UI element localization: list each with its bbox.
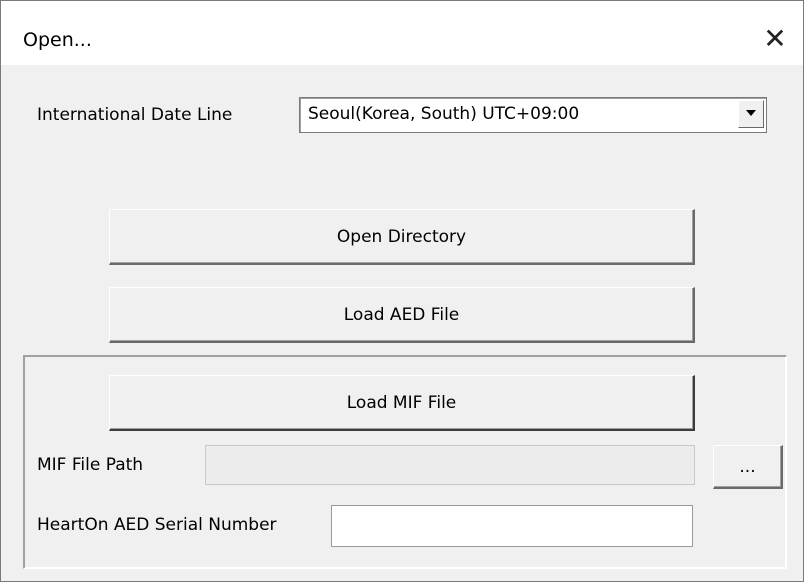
mif-file-path-label: MIF File Path	[37, 455, 144, 475]
close-button[interactable]: ✕	[755, 19, 795, 59]
timezone-selected-value: Seoul(Korea, South) UTC+09:00	[308, 104, 580, 124]
mif-file-path-field[interactable]	[205, 445, 695, 485]
chevron-down-icon	[746, 110, 756, 116]
open-dialog: Open... ✕ International Date Line Seoul(…	[0, 0, 804, 582]
browse-button[interactable]: ...	[713, 445, 783, 489]
timezone-select[interactable]: Seoul(Korea, South) UTC+09:00	[299, 97, 767, 133]
load-aed-file-button[interactable]: Load AED File	[109, 287, 695, 343]
window-title: Open...	[23, 29, 92, 51]
timezone-label: International Date Line	[37, 105, 233, 125]
serial-number-label: HeartOn AED Serial Number	[37, 515, 277, 535]
open-directory-button[interactable]: Open Directory	[109, 209, 695, 265]
serial-number-field[interactable]	[331, 505, 693, 547]
load-mif-file-button[interactable]: Load MIF File	[109, 375, 695, 431]
dropdown-button[interactable]	[738, 100, 764, 128]
title-bar: Open... ✕	[1, 1, 803, 65]
close-icon: ✕	[763, 22, 787, 55]
